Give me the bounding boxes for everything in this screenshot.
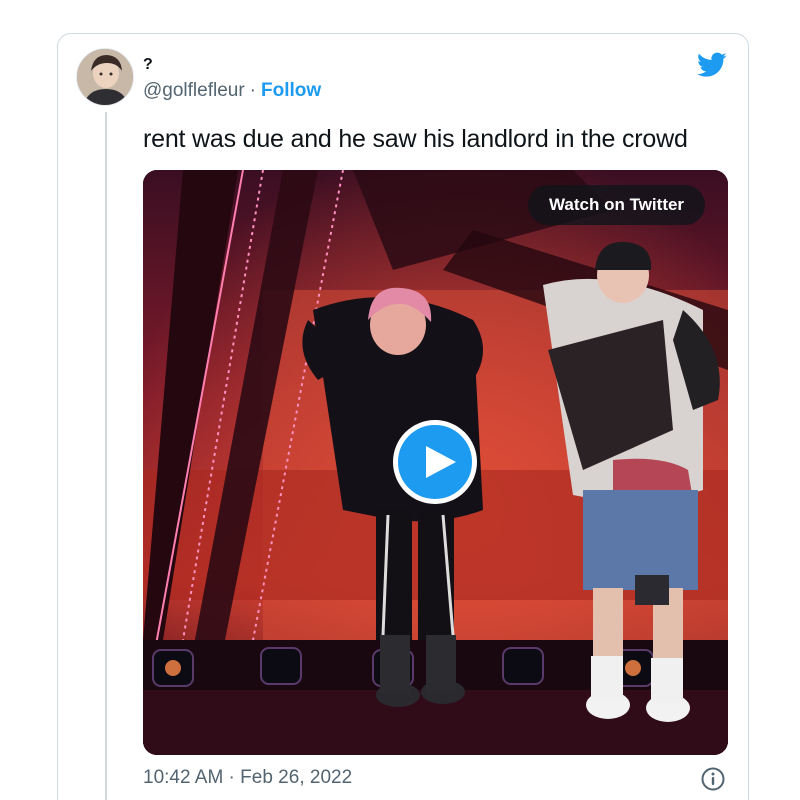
separator-dot: · (249, 80, 256, 101)
play-icon (426, 446, 456, 478)
play-button[interactable] (393, 420, 477, 504)
user-handle[interactable]: @golflefleur (143, 80, 245, 101)
user-handle-row: @golflefleur · Follow (143, 80, 321, 102)
thread-line (105, 112, 107, 800)
tweet-text: rent was due and he saw his landlord in … (143, 125, 688, 153)
watch-on-twitter-button[interactable]: Watch on Twitter (528, 185, 706, 225)
display-name[interactable]: ? (143, 56, 153, 74)
follow-link[interactable]: Follow (261, 80, 321, 101)
info-icon[interactable] (700, 766, 726, 792)
twitter-bird-icon[interactable] (697, 52, 727, 78)
avatar[interactable] (76, 48, 134, 106)
avatar-image (77, 49, 133, 105)
video-player[interactable]: Watch on Twitter (143, 170, 728, 755)
tweet-timestamp[interactable]: 10:42 AM · Feb 26, 2022 (143, 767, 352, 789)
